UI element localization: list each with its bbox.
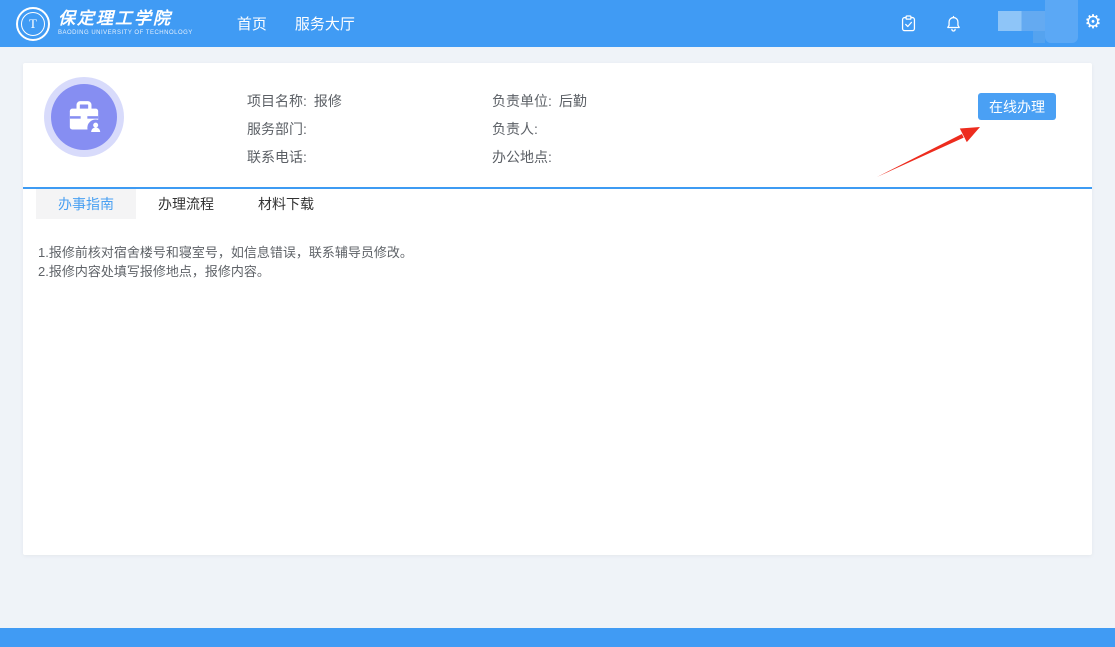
field-value: 报修 [314,93,342,109]
university-name-cn: 保定理工学院 [58,10,193,29]
nav-item-service-hall[interactable]: 服务大厅 [295,13,355,34]
field-label: 负责单位: [492,93,552,109]
main-nav: 首页 服务大厅 [237,13,383,34]
field-label: 联系电话: [247,149,307,165]
guide-line: 2.报修内容处填写报修地点，报修内容。 [38,262,413,281]
redacted-username [998,11,1045,31]
user-menu[interactable] [1045,0,1078,43]
bell-icon[interactable] [944,14,963,33]
info-row-office-location: 办公地点: [492,143,587,171]
info-row-contact-phone: 联系电话: [247,143,342,171]
red-arrow-annotation [870,115,988,185]
seal-letter: T [29,16,37,32]
online-process-button[interactable]: 在线办理 [978,93,1056,120]
tab-bar: 办事指南 办理流程 材料下载 [23,187,1092,219]
field-label: 负责人: [492,121,538,137]
tab-guide[interactable]: 办事指南 [36,189,136,219]
tab-material-download[interactable]: 材料下载 [236,189,336,219]
guide-content: 1.报修前核对宿舍楼号和寝室号，如信息错误，联系辅导员修改。 2.报修内容处填写… [38,243,413,281]
field-label: 服务部门: [247,121,307,137]
page: T 保定理工学院 BAODING UNIVERSITY OF TECHNOLOG… [0,0,1115,647]
info-row-responsible-person: 负责人: [492,115,587,143]
university-seal-icon: T [16,7,50,41]
info-row-responsible-unit: 负责单位: 后勤 [492,87,587,115]
service-card: 项目名称: 报修 服务部门: 联系电话: 负责单位: 后勤 负责人: 办公地点: 在… [23,63,1092,555]
university-name-en: BAODING UNIVERSITY OF TECHNOLOGY [58,29,193,37]
service-icon-halo [44,77,124,157]
gear-icon[interactable]: ⚙ [1082,11,1104,35]
top-navbar: T 保定理工学院 BAODING UNIVERSITY OF TECHNOLOG… [0,0,1115,47]
redacted-username-fragment [1033,31,1045,43]
logo-text: 保定理工学院 BAODING UNIVERSITY OF TECHNOLOGY [58,10,193,37]
briefcase-user-icon [51,84,117,150]
clipboard-icon[interactable] [899,14,918,33]
field-value: 后勤 [559,93,587,109]
info-row-service-dept: 服务部门: [247,115,342,143]
university-logo[interactable]: T 保定理工学院 BAODING UNIVERSITY OF TECHNOLOG… [16,7,193,41]
field-label: 项目名称: [247,93,307,109]
info-row-project-name: 项目名称: 报修 [247,87,342,115]
field-label: 办公地点: [492,149,552,165]
footer-bar [0,628,1115,647]
info-column-left: 项目名称: 报修 服务部门: 联系电话: [247,87,342,171]
guide-line: 1.报修前核对宿舍楼号和寝室号，如信息错误，联系辅导员修改。 [38,243,413,262]
nav-item-home[interactable]: 首页 [237,13,267,34]
tab-process[interactable]: 办理流程 [136,189,236,219]
info-column-right: 负责单位: 后勤 负责人: 办公地点: [492,87,587,171]
